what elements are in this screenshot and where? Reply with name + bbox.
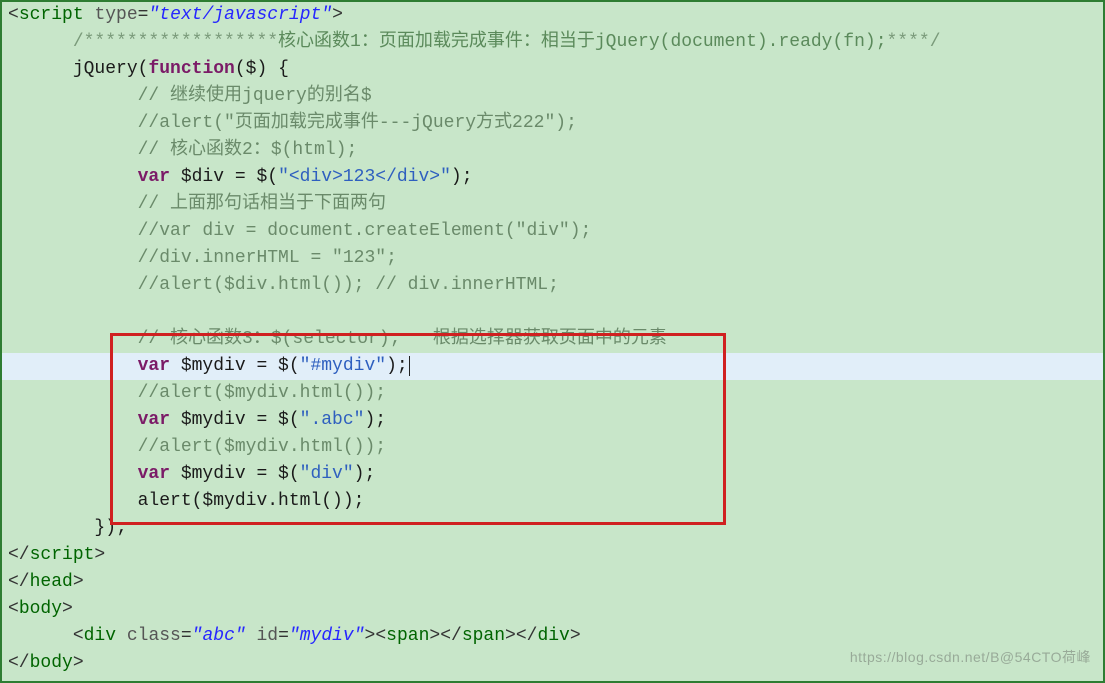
code-line-16: var $mydiv = $(".abc");	[2, 407, 1103, 434]
code-line-17: //alert($mydiv.html());	[2, 434, 1103, 461]
code-line-1: <script type="text/javascript">	[2, 2, 1103, 29]
code-line-5: //alert("页面加载完成事件---jQuery方式222");	[2, 110, 1103, 137]
code-line-4: // 继续使用jquery的别名$	[2, 83, 1103, 110]
code-line-2: /******************核心函数1：页面加载完成事件：相当于jQu…	[2, 29, 1103, 56]
code-line-21: </script>	[2, 542, 1103, 569]
code-line-20: });	[2, 515, 1103, 542]
code-line-7: var $div = $("<div>123</div>");	[2, 164, 1103, 191]
code-line-8: // 上面那句话相当于下面两句	[2, 191, 1103, 218]
code-line-19: alert($mydiv.html());	[2, 488, 1103, 515]
code-line-6: // 核心函数2：$(html);	[2, 137, 1103, 164]
code-line-3: jQuery(function($) {	[2, 56, 1103, 83]
attr-name: type	[94, 5, 137, 25]
tag-name: script	[19, 5, 84, 25]
code-line-13: // 核心函数3：$(selector); 根据选择器获取页面中的元素	[2, 326, 1103, 353]
code-line-14-highlighted: var $mydiv = $("#mydiv");	[2, 353, 1103, 380]
angle-open: <	[8, 5, 19, 25]
code-line-11: //alert($div.html()); // div.innerHTML;	[2, 272, 1103, 299]
code-line-15: //alert($mydiv.html());	[2, 380, 1103, 407]
code-line-23: <body>	[2, 596, 1103, 623]
code-line-10: //div.innerHTML = "123";	[2, 245, 1103, 272]
code-line-22: </head>	[2, 569, 1103, 596]
attr-value: "text/javascript"	[148, 5, 332, 25]
code-line-12	[2, 299, 1103, 326]
text-cursor	[409, 356, 410, 376]
code-line-18: var $mydiv = $("div");	[2, 461, 1103, 488]
watermark-text: https://blog.csdn.net/B@54CTO荷峰	[850, 644, 1091, 671]
code-line-9: //var div = document.createElement("div"…	[2, 218, 1103, 245]
